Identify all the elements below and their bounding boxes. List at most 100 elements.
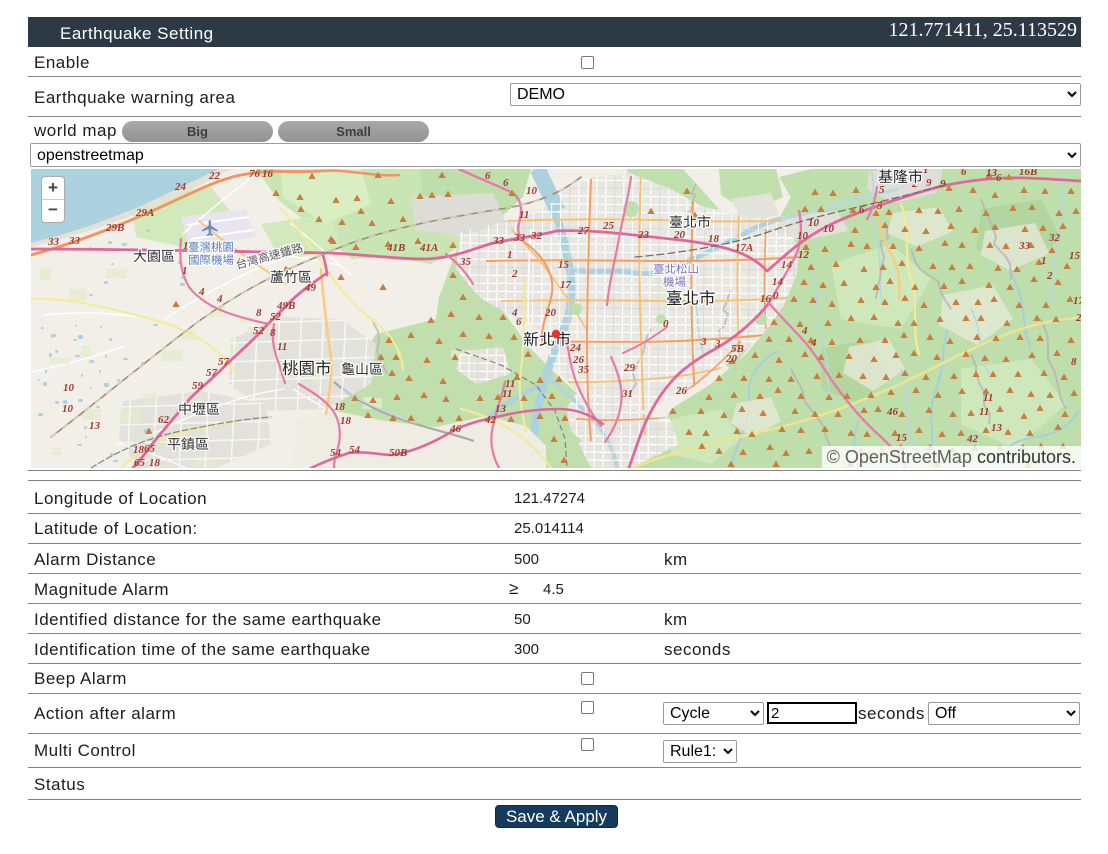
svg-text:9: 9 [926, 177, 932, 189]
svg-text:6: 6 [859, 204, 865, 216]
svg-text:20: 20 [544, 307, 557, 319]
svg-text:20: 20 [1075, 312, 1081, 324]
svg-text:20: 20 [725, 353, 738, 365]
svg-text:33: 33 [47, 236, 60, 248]
svg-text:3: 3 [700, 336, 707, 348]
svg-text:33: 33 [1018, 240, 1031, 252]
svg-text:15: 15 [1069, 250, 1081, 262]
svg-text:10: 10 [823, 223, 835, 235]
svg-text:49: 49 [304, 282, 317, 294]
svg-text:11: 11 [983, 392, 993, 404]
svg-text:32: 32 [1048, 232, 1061, 244]
svg-text:52: 52 [270, 311, 282, 323]
svg-text:76: 76 [249, 169, 261, 180]
svg-text:18: 18 [149, 457, 161, 468]
svg-text:18: 18 [340, 415, 352, 427]
svg-text:31: 31 [621, 388, 633, 400]
svg-text:18: 18 [334, 401, 346, 413]
svg-text:46: 46 [449, 423, 462, 435]
svg-text:42: 42 [966, 433, 979, 445]
svg-text:14: 14 [781, 259, 793, 271]
svg-text:17: 17 [1073, 295, 1081, 307]
svg-text:6: 6 [516, 316, 522, 328]
svg-text:4: 4 [810, 337, 817, 349]
svg-text:1: 1 [507, 249, 513, 261]
svg-text:4: 4 [198, 286, 205, 298]
svg-text:15: 15 [896, 432, 908, 444]
svg-text:22: 22 [208, 170, 221, 182]
svg-text:10: 10 [797, 230, 809, 242]
svg-text:2: 2 [1046, 270, 1053, 282]
svg-text:23: 23 [637, 229, 650, 241]
svg-text:8: 8 [1071, 356, 1077, 368]
svg-text:11: 11 [277, 341, 287, 353]
svg-text:2: 2 [511, 268, 518, 280]
svg-text:1: 1 [182, 265, 188, 277]
svg-text:5: 5 [877, 200, 883, 212]
svg-text:33: 33 [513, 232, 526, 244]
svg-text:16: 16 [760, 293, 772, 305]
svg-text:13: 13 [89, 420, 101, 432]
svg-text:10: 10 [526, 185, 538, 197]
svg-text:17: 17 [560, 279, 572, 291]
svg-text:10: 10 [808, 217, 820, 229]
svg-text:59: 59 [192, 380, 204, 392]
svg-text:14: 14 [772, 276, 784, 288]
svg-text:6: 6 [996, 172, 1002, 184]
svg-text:29: 29 [623, 362, 636, 374]
svg-text:57: 57 [206, 367, 218, 379]
svg-text:24: 24 [174, 181, 187, 193]
svg-text:5: 5 [879, 184, 885, 196]
svg-text:13: 13 [991, 422, 1003, 434]
svg-text:11: 11 [979, 406, 989, 418]
svg-text:26: 26 [675, 385, 688, 397]
svg-text:42: 42 [484, 414, 497, 426]
svg-text:6: 6 [961, 169, 967, 178]
svg-text:24: 24 [569, 342, 582, 354]
svg-text:10: 10 [63, 382, 75, 394]
svg-text:33: 33 [492, 235, 505, 247]
svg-text:0: 0 [663, 318, 669, 330]
svg-text:1: 1 [1041, 255, 1047, 267]
svg-text:27: 27 [577, 225, 590, 237]
svg-text:13: 13 [495, 403, 507, 415]
svg-text:15: 15 [558, 259, 570, 271]
svg-text:10: 10 [62, 403, 74, 415]
svg-text:17A: 17A [735, 242, 753, 254]
svg-text:20: 20 [673, 229, 686, 241]
svg-text:54: 54 [330, 447, 342, 459]
svg-text:18: 18 [708, 233, 720, 245]
svg-text:3: 3 [714, 338, 721, 350]
svg-text:6: 6 [503, 177, 509, 189]
svg-text:0: 0 [773, 290, 779, 302]
svg-text:41B: 41B [386, 242, 405, 254]
svg-text:11: 11 [519, 209, 529, 221]
svg-text:4: 4 [216, 293, 223, 305]
svg-text:16B: 16B [1019, 169, 1037, 178]
svg-text:9: 9 [940, 178, 946, 190]
svg-text:65: 65 [134, 457, 146, 468]
svg-text:50B: 50B [389, 447, 407, 459]
svg-text:29A: 29A [135, 207, 154, 219]
svg-text:6: 6 [485, 170, 491, 182]
svg-text:35: 35 [577, 364, 590, 376]
svg-text:41A: 41A [419, 242, 438, 254]
svg-text:33: 33 [68, 235, 81, 247]
svg-text:62: 62 [158, 414, 170, 426]
svg-text:65: 65 [144, 443, 156, 455]
svg-text:12: 12 [798, 249, 810, 261]
svg-text:32: 32 [530, 230, 543, 242]
svg-text:4: 4 [801, 325, 808, 337]
svg-text:35: 35 [459, 256, 472, 268]
svg-text:16: 16 [262, 169, 274, 180]
svg-text:52: 52 [253, 325, 265, 337]
svg-text:54: 54 [349, 444, 361, 456]
svg-text:18: 18 [133, 444, 145, 456]
svg-text:25: 25 [602, 220, 615, 232]
svg-text:29B: 29B [105, 222, 124, 234]
svg-text:8: 8 [256, 307, 262, 319]
svg-text:46: 46 [886, 406, 899, 418]
svg-text:8: 8 [270, 327, 276, 339]
svg-text:11: 11 [502, 388, 512, 400]
svg-text:57: 57 [218, 356, 230, 368]
